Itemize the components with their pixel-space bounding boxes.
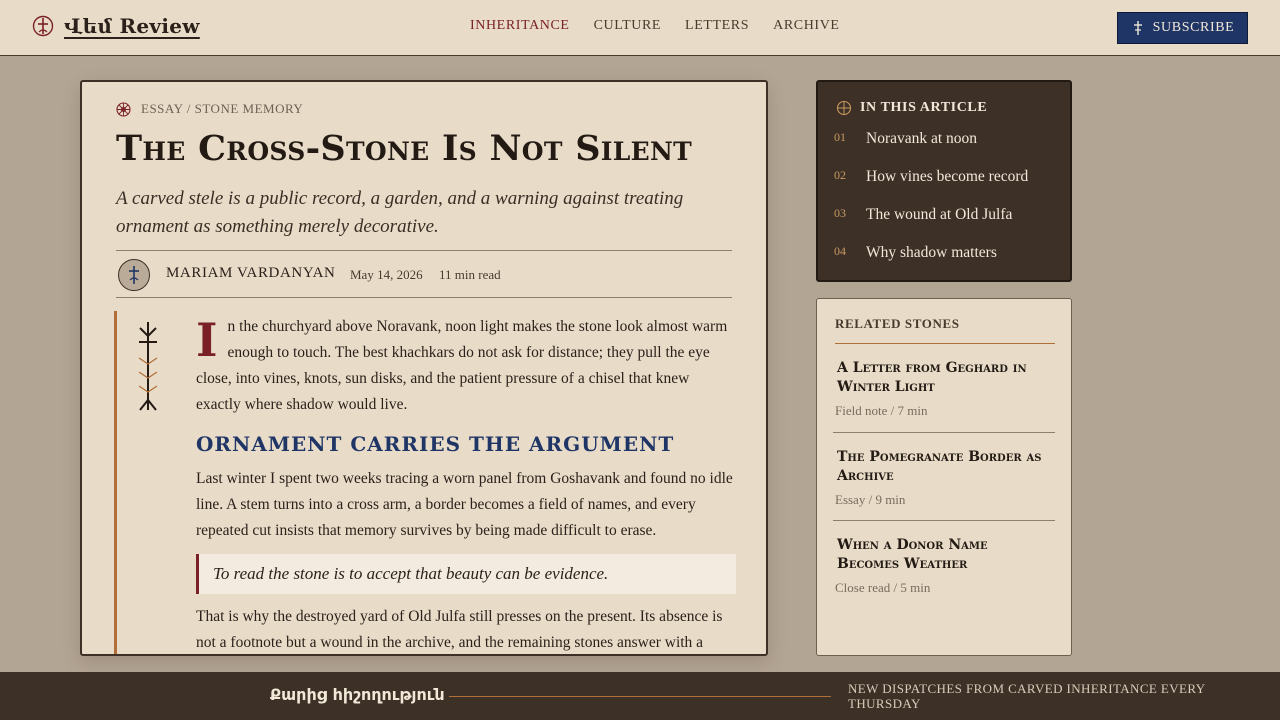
toc-heading: IN THIS ARTICLE [860, 100, 988, 115]
footer-divider [449, 696, 831, 697]
article-body: In the churchyard above Noravank, noon l… [196, 314, 736, 654]
paragraph-1: In the churchyard above Noravank, noon l… [196, 314, 736, 418]
toc-number: 01 [834, 130, 846, 144]
divider [833, 432, 1055, 433]
byline: MARIAM VARDANYAN May 14, 2026 11 min rea… [116, 250, 732, 298]
toc-label: Why shadow matters [866, 244, 997, 261]
related-title: A Letter from Geghard in Winter Light [837, 360, 1027, 395]
article-card: ESSAY / STONE MEMORY The Cross-Stone Is … [80, 80, 768, 656]
footer-band: Քարից հիշողություն NEW DISPATCHES FROM C… [0, 672, 1280, 720]
divider [833, 520, 1055, 521]
paragraph-2: Last winter I spent two weeks tracing a … [196, 470, 733, 539]
subscribe-label: SUBSCRIBE [1152, 20, 1235, 35]
kicker-label: ESSAY / STONE MEMORY [141, 101, 304, 116]
nav-inheritance[interactable]: INHERITANCE [470, 18, 570, 34]
nav-archive[interactable]: ARCHIVE [773, 18, 839, 34]
toc-number: 02 [834, 168, 846, 182]
cross-icon [129, 266, 139, 284]
pull-quote: To read the stone is to accept that beau… [196, 554, 736, 594]
related-item-3[interactable]: When a Donor Name Becomes Weather Close … [833, 536, 1055, 596]
related-heading: RELATED STONES [835, 316, 1055, 344]
toc-label: The wound at Old Julfa [866, 206, 1013, 223]
related-stones-panel: RELATED STONES A Letter from Geghard in … [816, 298, 1072, 656]
copper-rail [114, 311, 117, 654]
khachkar-ornament-icon [138, 322, 158, 411]
article-kicker: ESSAY / STONE MEMORY [116, 101, 303, 117]
toc-header: IN THIS ARTICLE [836, 100, 987, 116]
section-heading: ORNAMENT CARRIES THE ARGUMENT [196, 432, 675, 456]
related-meta: Essay / 9 min [835, 492, 906, 507]
subscribe-button[interactable]: SUBSCRIBE [1117, 12, 1248, 44]
toc-label: How vines become record [866, 168, 1029, 185]
related-meta: Close read / 5 min [835, 580, 931, 595]
author-avatar[interactable] [118, 259, 150, 291]
table-of-contents: IN THIS ARTICLE 01 Noravank at noon 02 H… [816, 80, 1072, 282]
brand-link[interactable]: Վեմ Review [32, 14, 200, 38]
related-meta: Field note / 7 min [835, 403, 928, 418]
paragraph-1-text: n the churchyard above Noravank, noon li… [196, 318, 728, 413]
publish-date: May 14, 2026 [350, 267, 423, 282]
footer-note: NEW DISPATCHES FROM CARVED INHERITANCE E… [848, 681, 1206, 711]
sun-disk-icon [116, 101, 131, 117]
toc-item-1[interactable]: 01 Noravank at noon [834, 130, 1064, 160]
related-item-1[interactable]: A Letter from Geghard in Winter Light Fi… [833, 359, 1055, 419]
toc-item-3[interactable]: 03 The wound at Old Julfa [834, 206, 1064, 236]
article-title: The Cross-Stone Is Not Silent [116, 128, 693, 169]
compass-icon [836, 100, 852, 116]
cross-icon [1133, 21, 1142, 35]
drop-cap: I [196, 313, 218, 367]
toc-label: Noravank at noon [866, 130, 978, 147]
toc-number: 04 [834, 244, 846, 258]
brand-name: Վեմ Review [64, 14, 200, 38]
site-header: Վեմ Review INHERITANCE CULTURE LETTERS A… [0, 0, 1280, 56]
read-time: 11 min read [439, 267, 501, 282]
footer-armenian-tagline: Քարից հիշողություն [270, 685, 445, 704]
toc-number: 03 [834, 206, 846, 220]
nav-letters[interactable]: LETTERS [685, 18, 749, 34]
nav-culture[interactable]: CULTURE [594, 18, 661, 34]
paragraph-3: That is why the destroyed yard of Old Ju… [196, 608, 723, 651]
related-title: When a Donor Name Becomes Weather [837, 537, 988, 572]
related-item-2[interactable]: The Pomegranate Border as Archive Essay … [833, 448, 1055, 508]
toc-item-4[interactable]: 04 Why shadow matters [834, 244, 1064, 274]
main-nav: INHERITANCE CULTURE LETTERS ARCHIVE [470, 18, 840, 34]
related-title: The Pomegranate Border as Archive [837, 449, 1042, 484]
cross-stone-logo-icon [32, 15, 54, 37]
toc-item-2[interactable]: 02 How vines become record [834, 168, 1064, 198]
author-name[interactable]: MARIAM VARDANYAN [166, 265, 336, 282]
article-dek: A carved stele is a public record, a gar… [116, 188, 684, 237]
